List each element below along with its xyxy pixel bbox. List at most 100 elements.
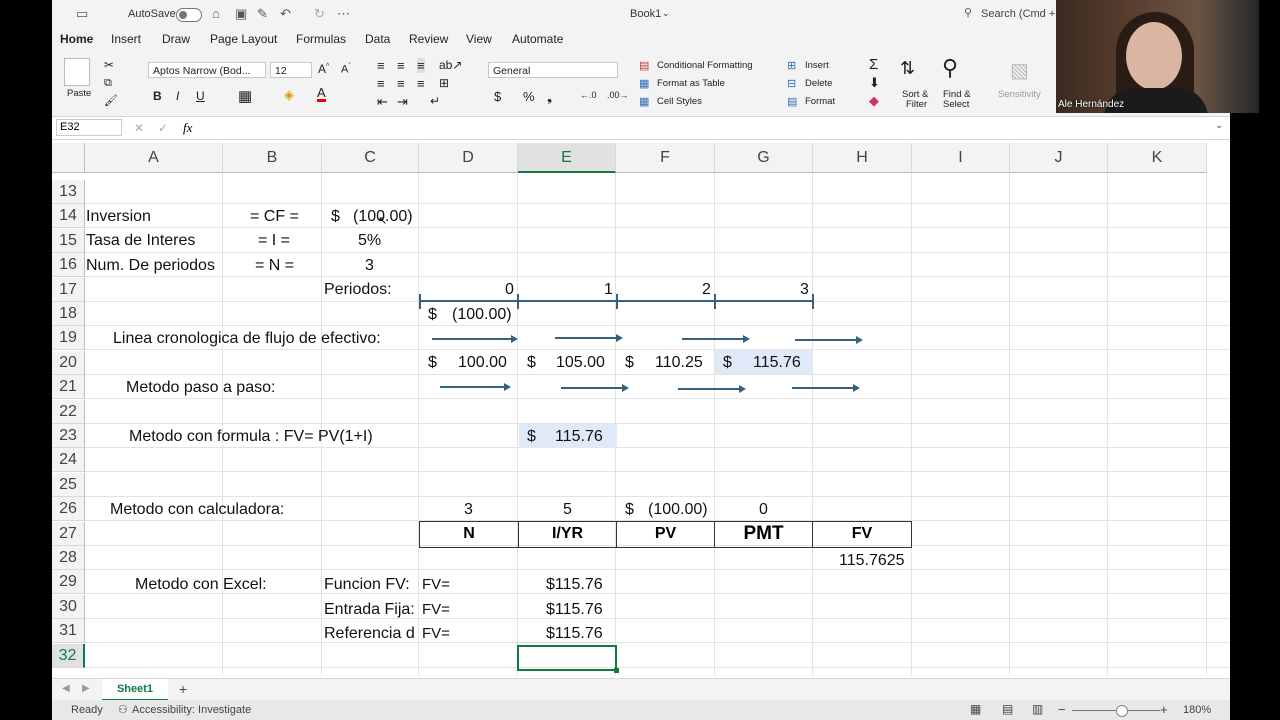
tab-home[interactable]: Home — [60, 32, 94, 52]
row-header-14[interactable]: 14 — [52, 204, 85, 228]
increase-indent-icon[interactable]: ⇥ — [397, 94, 408, 110]
cell-c16[interactable]: 3 — [365, 254, 374, 278]
format-as-table-button[interactable]: Format as Table — [657, 78, 725, 89]
zoom-slider-thumb[interactable] — [1116, 705, 1128, 717]
column-header-e[interactable]: E — [518, 143, 616, 173]
cell-g26[interactable]: 0 — [759, 498, 768, 522]
font-color-icon[interactable]: A — [317, 86, 326, 102]
format-button[interactable]: Format — [805, 96, 835, 107]
row-header-29[interactable]: 29 — [52, 570, 85, 594]
percent-icon[interactable]: % — [523, 89, 535, 104]
row-header-15[interactable]: 15 — [52, 229, 85, 253]
fill-handle[interactable] — [614, 668, 619, 673]
fill-icon[interactable]: ⬇ — [869, 75, 880, 91]
cell-b14[interactable]: = CF = — [250, 205, 299, 229]
tab-review[interactable]: Review — [409, 32, 448, 46]
cell-g20[interactable]: 115.76 — [753, 351, 801, 375]
cell-e26[interactable]: 5 — [563, 498, 572, 522]
prev-sheet-icon[interactable]: ◀ — [62, 683, 70, 694]
chevron-down-icon[interactable]: ⌄ — [662, 8, 670, 19]
column-header-b[interactable]: B — [223, 143, 322, 173]
home-icon[interactable]: ⌂ — [212, 6, 220, 21]
formula-input[interactable] — [204, 119, 1214, 136]
row-header-18[interactable]: 18 — [52, 302, 85, 326]
tab-automate[interactable]: Automate — [512, 32, 563, 46]
increase-font-icon[interactable]: A^ — [318, 62, 329, 76]
cell-b15[interactable]: = I = — [258, 229, 290, 253]
cell-a14[interactable]: Inversion — [86, 205, 151, 229]
sort-filter-label-2[interactable]: Filter — [906, 99, 927, 110]
column-header-c[interactable]: C — [322, 143, 419, 173]
zoom-in-icon[interactable]: + — [1160, 702, 1168, 717]
autosum-icon[interactable]: Σ — [869, 56, 878, 73]
cell-h28[interactable]: 115.7625 — [839, 549, 905, 573]
column-header-g[interactable]: G — [715, 143, 813, 173]
insert-button[interactable]: Insert — [805, 60, 829, 71]
align-center-icon[interactable]: ≡ — [397, 76, 405, 91]
align-middle-icon[interactable]: ≡ — [397, 58, 405, 73]
row-header-21[interactable]: 21 — [52, 375, 85, 399]
cell-d17[interactable]: 0 — [505, 278, 514, 302]
active-cell-e32[interactable] — [517, 645, 617, 671]
cell-styles-button[interactable]: Cell Styles — [657, 96, 702, 107]
decrease-decimal-icon[interactable]: .00→ — [607, 90, 629, 100]
page-layout-view-icon[interactable]: ▤ — [1002, 702, 1013, 716]
column-header-j[interactable]: J — [1010, 143, 1108, 173]
cell-d20[interactable]: 100.00 — [458, 351, 507, 375]
orientation-icon[interactable]: ab↗ — [439, 58, 462, 72]
tab-draw[interactable]: Draw — [162, 32, 190, 46]
cell-a15[interactable]: Tasa de Interes — [86, 229, 195, 253]
align-left-icon[interactable]: ≡ — [377, 76, 385, 91]
row-header-13[interactable]: 13 — [52, 180, 85, 204]
row-header-31[interactable]: 31 — [52, 619, 85, 643]
currency-icon[interactable]: $ — [494, 89, 501, 104]
row-header-24[interactable]: 24 — [52, 448, 85, 472]
cell-e17[interactable]: 1 — [604, 278, 613, 302]
cell-f20[interactable]: 110.25 — [655, 351, 703, 375]
cell-a26[interactable]: Metodo con calculadora: — [110, 498, 284, 522]
decrease-indent-icon[interactable]: ⇤ — [377, 94, 388, 110]
clipboard-icon[interactable] — [64, 58, 90, 86]
tab-formulas[interactable]: Formulas — [296, 32, 346, 46]
sidebar-toggle-icon[interactable]: ▭ — [76, 6, 88, 22]
cell-c15[interactable]: 5% — [358, 229, 381, 253]
next-sheet-icon[interactable]: ▶ — [82, 683, 90, 694]
column-header-f[interactable]: F — [616, 143, 715, 173]
align-right-icon[interactable]: ≡ — [417, 76, 425, 91]
name-box[interactable]: E32 — [56, 119, 122, 136]
cell-d18[interactable]: (100.00) — [452, 303, 512, 327]
font-size-select[interactable]: 12 — [270, 62, 312, 78]
insert-function-icon[interactable]: fx — [183, 120, 192, 136]
clear-icon[interactable]: ◆ — [869, 93, 879, 109]
row-header-30[interactable]: 30 — [52, 595, 85, 619]
sensitivity-button[interactable]: Sensitivity — [998, 89, 1041, 100]
cell-f17[interactable]: 2 — [702, 278, 711, 302]
tab-view[interactable]: View — [466, 32, 492, 46]
cell-g17[interactable]: 3 — [800, 278, 809, 302]
cell-a21[interactable]: Metodo paso a paso: — [126, 376, 275, 400]
paste-button[interactable]: Paste — [67, 88, 91, 99]
enter-icon[interactable]: ✓ — [158, 121, 168, 135]
cell-c31[interactable]: Referencia d — [324, 622, 418, 646]
add-sheet-icon[interactable]: + — [179, 681, 187, 697]
edit-icon[interactable]: ✎ — [257, 6, 268, 22]
cell-d30[interactable]: FV= — [422, 598, 450, 622]
row-header-26[interactable]: 26 — [52, 497, 85, 521]
bold-icon[interactable]: B — [153, 89, 162, 103]
decrease-font-icon[interactable]: Aˇ — [341, 63, 351, 76]
zoom-level[interactable]: 180% — [1183, 704, 1211, 716]
align-bottom-icon[interactable]: ≡ — [417, 58, 425, 73]
tab-insert[interactable]: Insert — [111, 32, 141, 46]
cell-a23[interactable]: Metodo con formula : FV= PV(1+I) — [129, 425, 373, 449]
sheet-tab-sheet1[interactable]: Sheet1 — [102, 679, 168, 701]
number-format-select[interactable]: General — [488, 62, 618, 78]
row-header-28[interactable]: 28 — [52, 546, 85, 570]
cut-icon[interactable]: ✂ — [104, 58, 114, 72]
page-break-view-icon[interactable]: ▥ — [1032, 702, 1043, 716]
zoom-out-icon[interactable]: − — [1058, 702, 1066, 717]
column-header-a[interactable]: A — [85, 143, 223, 173]
row-header-22[interactable]: 22 — [52, 400, 85, 424]
cell-d26[interactable]: 3 — [464, 498, 473, 522]
row-header-17[interactable]: 17 — [52, 278, 85, 302]
conditional-formatting-button[interactable]: Conditional Formatting — [657, 60, 753, 71]
